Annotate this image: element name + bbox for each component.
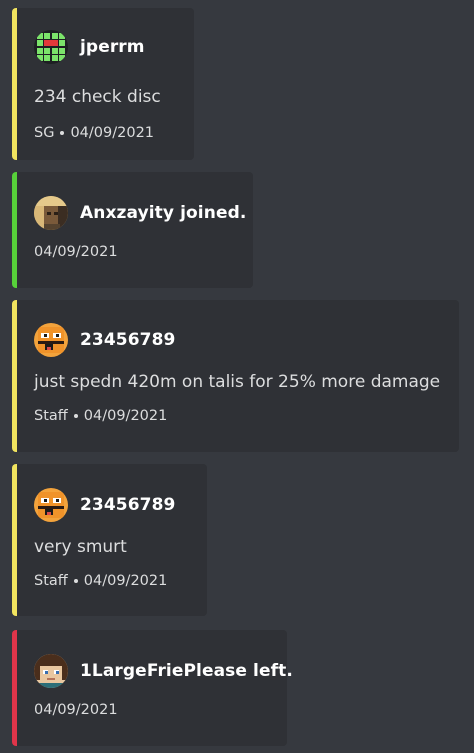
embed-footer: Staff 04/09/2021 xyxy=(34,573,167,589)
embed-card: jperrm 234 check disc SG 04/09/2021 xyxy=(12,8,194,160)
author-name[interactable]: jperrm xyxy=(80,37,145,57)
orange-face-avatar-icon[interactable] xyxy=(34,323,68,357)
brown-hair-avatar-icon[interactable] xyxy=(34,654,68,688)
timestamp: 04/09/2021 xyxy=(83,408,168,424)
embed-author: jperrm xyxy=(34,30,145,64)
footer-text: SG xyxy=(34,125,55,141)
embed-author: 23456789 xyxy=(34,488,175,522)
author-name[interactable]: 1LargeFriePlease left. xyxy=(80,661,293,681)
author-name[interactable]: 23456789 xyxy=(80,330,175,350)
embed-accent-bar xyxy=(12,464,17,616)
orange-face-avatar-icon[interactable] xyxy=(34,488,68,522)
embed-footer: SG 04/09/2021 xyxy=(34,125,154,141)
author-name[interactable]: 23456789 xyxy=(80,495,175,515)
embed-accent-bar xyxy=(12,8,17,160)
timestamp: 04/09/2021 xyxy=(83,573,168,589)
embed-description: just spedn 420m on talis for 25% more da… xyxy=(34,372,441,392)
blonde-avatar-icon[interactable] xyxy=(34,196,68,230)
footer-text: Staff xyxy=(34,573,68,589)
embed-author: 23456789 xyxy=(34,323,175,357)
separator-dot xyxy=(73,414,78,418)
embed-card: 23456789 very smurt Staff 04/09/2021 xyxy=(12,464,207,616)
embed-accent-bar xyxy=(12,300,17,452)
embed-author: Anxzayity joined. xyxy=(34,196,246,230)
embed-card: 23456789 just spedn 420m on talis for 25… xyxy=(12,300,459,452)
embed-description: 234 check disc xyxy=(34,87,161,107)
embed-description: very smurt xyxy=(34,537,127,557)
author-name[interactable]: Anxzayity joined. xyxy=(80,203,246,223)
embed-footer: Staff 04/09/2021 xyxy=(34,408,167,424)
separator-dot xyxy=(60,131,65,135)
timestamp: 04/09/2021 xyxy=(70,125,155,141)
embed-card: Anxzayity joined. 04/09/2021 xyxy=(12,172,253,288)
embed-footer: 04/09/2021 xyxy=(34,702,118,718)
embed-feed: jperrm 234 check disc SG 04/09/2021 Anxz… xyxy=(0,0,474,753)
embed-card: 1LargeFriePlease left. 04/09/2021 xyxy=(12,630,293,746)
embed-author: 1LargeFriePlease left. xyxy=(34,654,293,688)
embed-footer: 04/09/2021 xyxy=(34,244,118,260)
separator-dot xyxy=(73,579,78,583)
timestamp: 04/09/2021 xyxy=(34,244,118,260)
embed-accent-bar xyxy=(12,630,17,746)
footer-text: Staff xyxy=(34,408,68,424)
timestamp: 04/09/2021 xyxy=(34,702,118,718)
embed-accent-bar xyxy=(12,172,17,288)
grid-avatar-icon[interactable] xyxy=(34,30,68,64)
